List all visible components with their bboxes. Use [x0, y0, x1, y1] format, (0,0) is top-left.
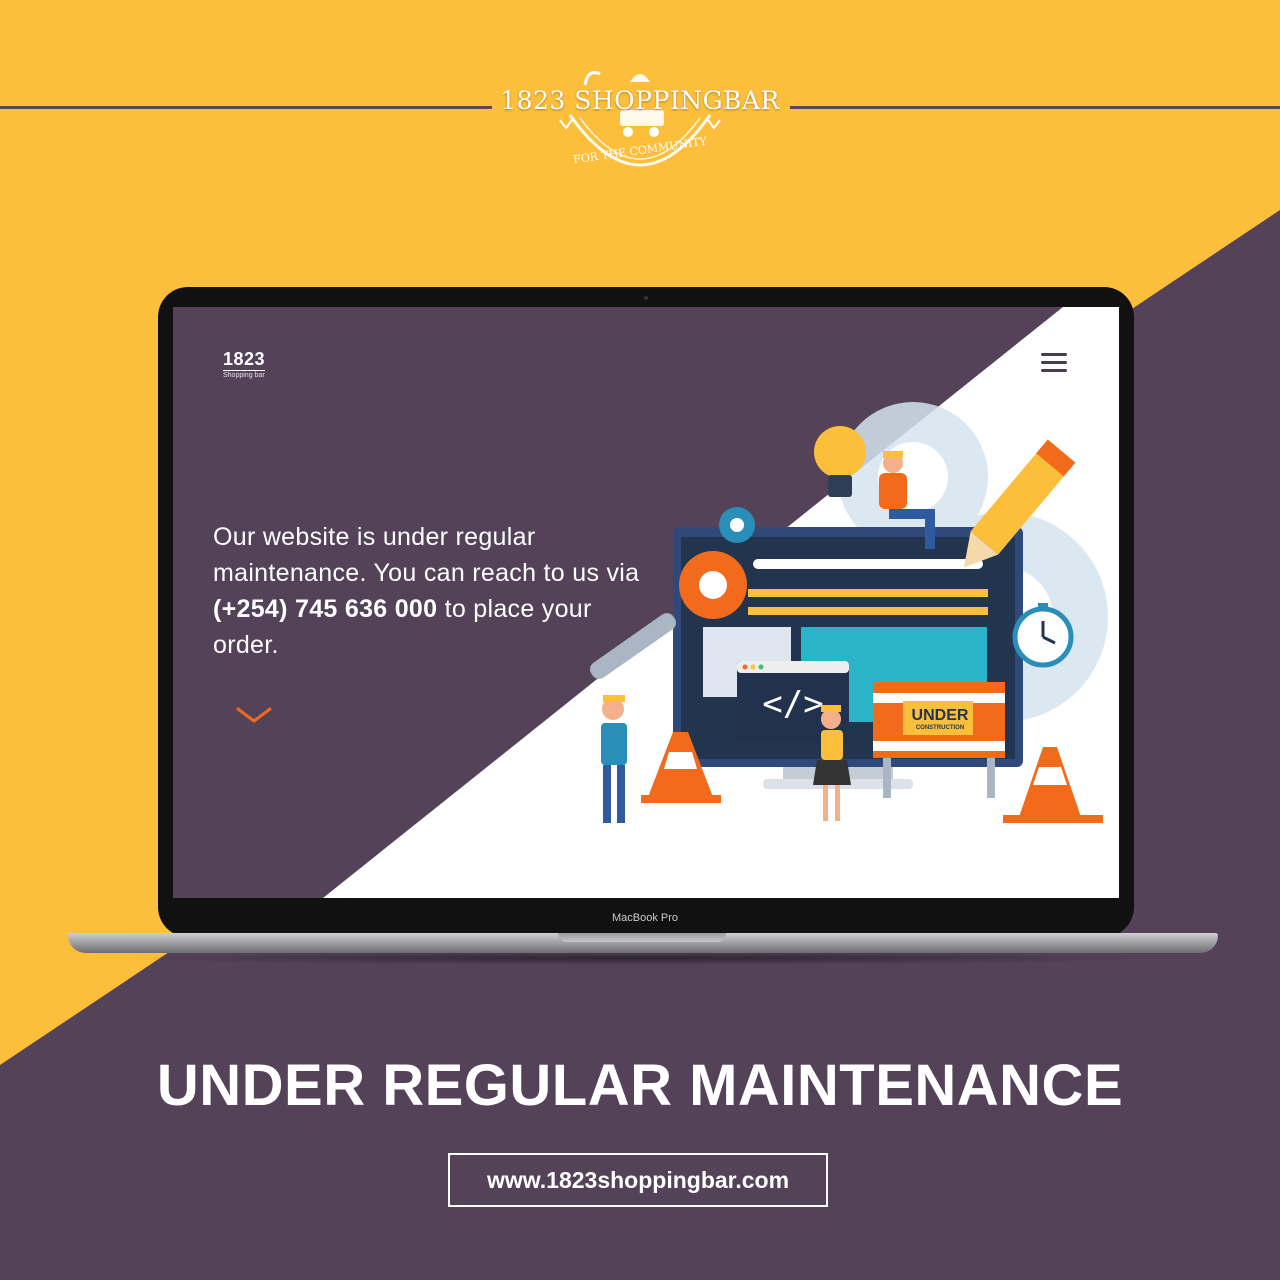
- chevron-down-icon[interactable]: [235, 705, 273, 725]
- laptop-screen: 1823 Shopping bar Our website is under r…: [173, 307, 1119, 898]
- website-url-link[interactable]: www.1823shoppingbar.com: [448, 1153, 828, 1207]
- camera-dot: [644, 296, 648, 300]
- brand-logo-text: 1823 SHOPPINGBAR: [500, 86, 780, 115]
- sign-text: UNDER: [911, 707, 969, 724]
- wrench-icon: [590, 613, 676, 679]
- construction-illustration: </>: [590, 402, 1108, 823]
- phone-number[interactable]: (+254) 745 636 000: [213, 595, 437, 623]
- headline: UNDER REGULAR MAINTENANCE: [156, 1053, 1124, 1118]
- site-logo-subtitle: Shopping bar: [223, 370, 266, 379]
- site-logo[interactable]: 1823 Shopping bar: [223, 349, 266, 379]
- header-line-right: [790, 106, 1280, 109]
- brand-logo: 1823 SHOPPINGBAR FOR THE COMMUNITY: [490, 60, 790, 190]
- logo-emblem-icon: [559, 70, 721, 167]
- sign-subtext: CONSTRUCTION: [915, 725, 965, 731]
- orange-gear-icon: [679, 551, 747, 619]
- site-logo-number: 1823: [223, 349, 266, 369]
- laptop-shadow: [110, 951, 1170, 965]
- laptop-notch: [558, 933, 726, 942]
- hamburger-menu-icon[interactable]: [1041, 351, 1069, 373]
- worker-standing-icon: [601, 695, 627, 823]
- header-line-left: [0, 106, 492, 109]
- blue-gear-icon: [719, 507, 755, 543]
- svg-text:</>: </>: [762, 684, 823, 724]
- code-window-icon: </>: [737, 661, 849, 741]
- device-label: MacBook Pro: [611, 912, 679, 924]
